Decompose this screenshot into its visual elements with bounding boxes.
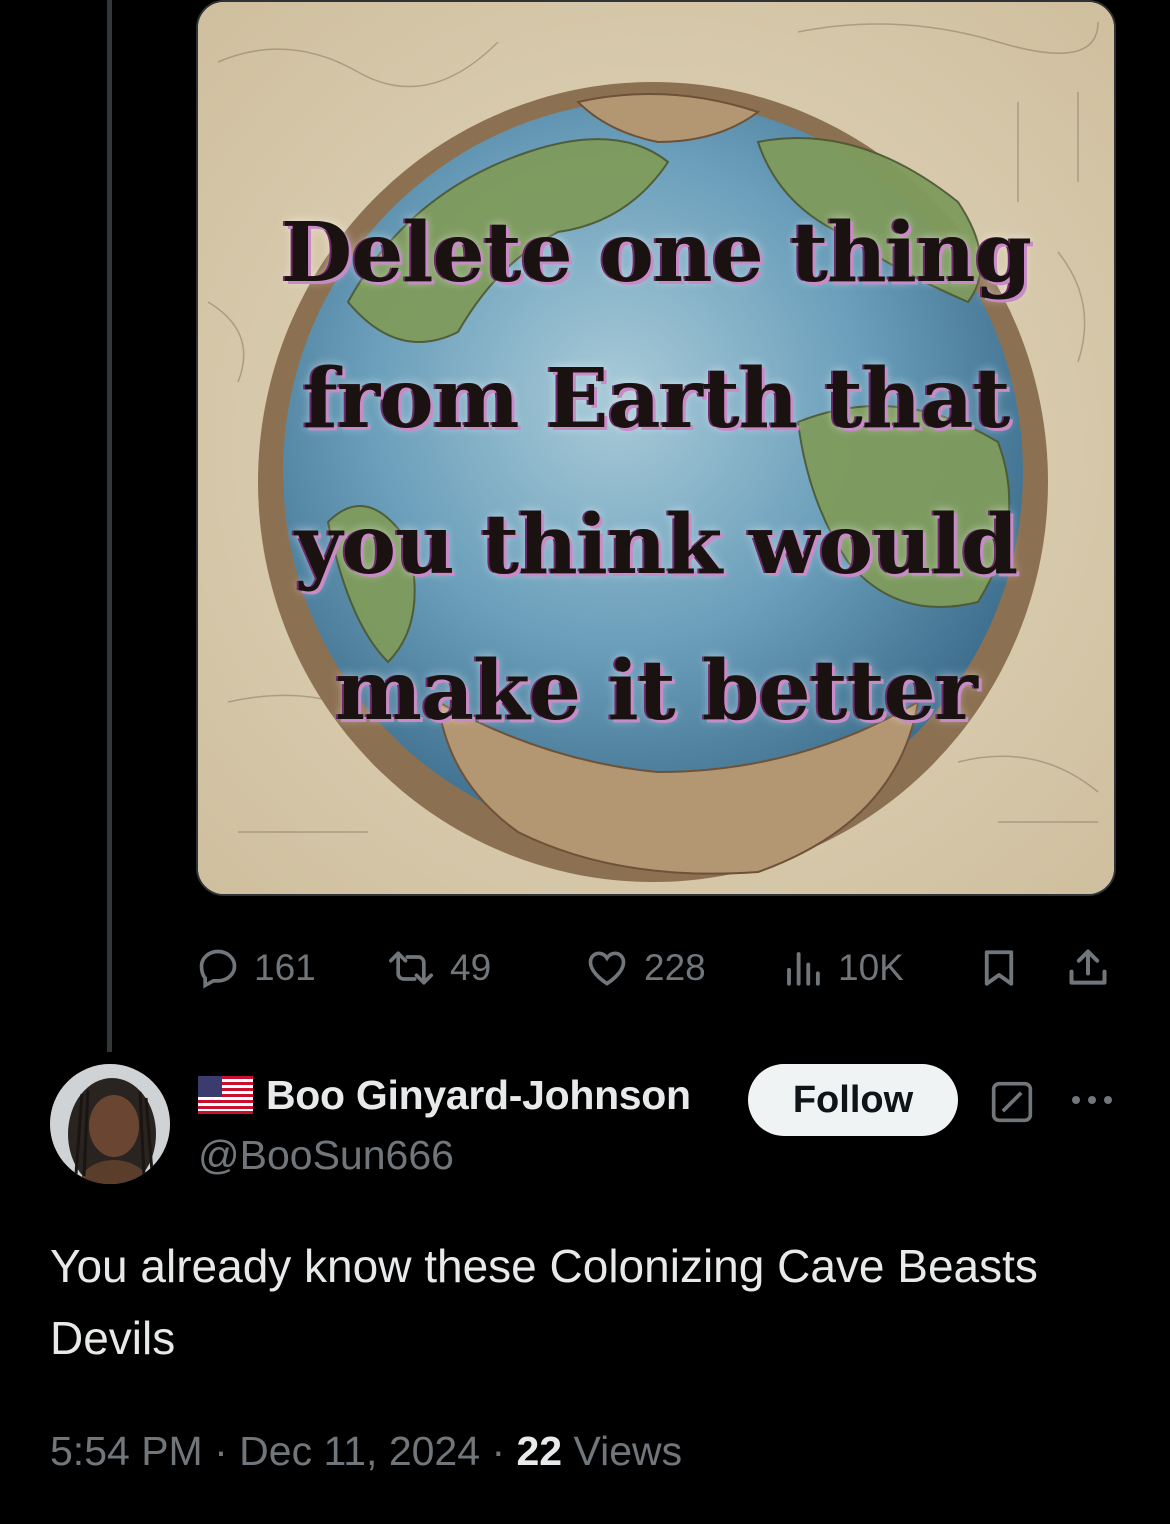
meta-separator: · (491, 1428, 506, 1474)
heart-icon (588, 951, 626, 986)
meta-separator: · (214, 1428, 228, 1474)
reply-meta: 5:54 PM · Dec 11, 2024 · 22 Views (50, 1428, 682, 1475)
reply-display-name[interactable]: Boo Ginyard-Johnson (266, 1072, 691, 1119)
reply-views-count: 22 (516, 1428, 563, 1474)
meme-caption-line: Delete one thing (281, 205, 1032, 301)
reply-text: You already know these Colonizing Cave B… (50, 1240, 1038, 1364)
more-icon[interactable] (1068, 1088, 1116, 1112)
views-count: 10K (838, 947, 904, 988)
analytics-icon (787, 952, 820, 986)
us-flag-icon (198, 1076, 253, 1114)
meme-caption: Delete one thing from Earth that you thi… (198, 180, 1114, 764)
post-image[interactable]: Delete one thing from Earth that you thi… (196, 0, 1116, 896)
post-action-bar: 161 49 228 10K (196, 940, 1116, 996)
like-count: 228 (644, 947, 706, 988)
reply-time[interactable]: 5:54 PM (50, 1428, 203, 1474)
bookmark-icon (984, 950, 1014, 986)
repost-icon (389, 951, 433, 985)
views-button[interactable]: 10K (782, 940, 904, 996)
reply-date[interactable]: Dec 11, 2024 (239, 1428, 480, 1474)
reply-views-label: Views (573, 1428, 683, 1474)
thread-connector-line (107, 0, 112, 1052)
reply-handle[interactable]: @BooSun666 (198, 1132, 454, 1179)
grok-icon[interactable] (990, 1080, 1034, 1124)
avatar-image (50, 1064, 170, 1184)
meme-caption-line: make it better (335, 643, 978, 739)
reply-button[interactable]: 161 (196, 940, 316, 996)
like-button[interactable]: 228 (584, 940, 706, 996)
meme-caption-line: from Earth that (302, 351, 1011, 447)
repost-button[interactable]: 49 (386, 940, 491, 996)
avatar[interactable] (50, 1064, 170, 1184)
meme-caption-line: you think would (294, 497, 1019, 593)
follow-button[interactable]: Follow (748, 1064, 958, 1136)
reply-count: 161 (254, 947, 316, 988)
share-icon (1069, 949, 1107, 985)
reply-icon (199, 949, 237, 989)
repost-count: 49 (450, 947, 492, 988)
bookmark-button[interactable] (978, 940, 1020, 996)
share-button[interactable] (1066, 940, 1110, 996)
